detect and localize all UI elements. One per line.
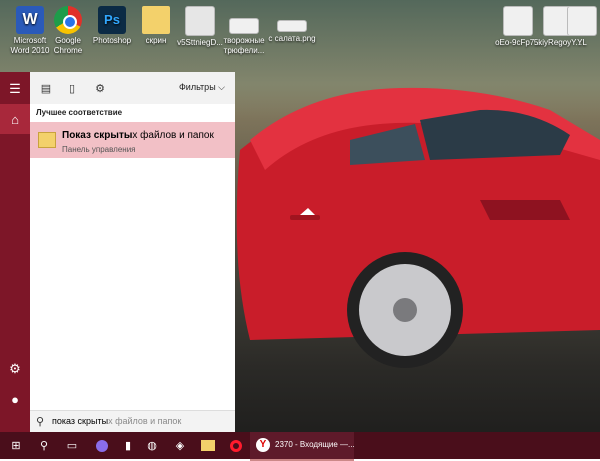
- file-explorer-icon[interactable]: [198, 436, 218, 455]
- desktop-icon-label: с салата.png: [268, 34, 316, 43]
- cortana-icon[interactable]: [92, 436, 112, 455]
- desktop-icon-file[interactable]: с салата.png: [262, 2, 322, 44]
- image-file-icon: [185, 6, 215, 36]
- start-left-rail: ☰ ⌂ ⚙ ●: [0, 72, 30, 432]
- folder-icon: [142, 6, 170, 34]
- result-title-match: Показ скрыты: [62, 130, 133, 141]
- opera-icon[interactable]: [226, 436, 246, 455]
- user-account-icon[interactable]: ●: [0, 384, 30, 414]
- settings-filter-icon[interactable]: ⚙: [92, 80, 108, 96]
- photoshop-icon: Ps: [98, 6, 126, 34]
- desktop-icon-label: Chrome: [53, 46, 83, 55]
- windows-start-icon[interactable]: ⊞: [6, 436, 26, 455]
- image-file-icon: [567, 6, 597, 36]
- filters-dropdown[interactable]: Фильтры ⌵: [179, 82, 225, 93]
- result-title-rest: х файлов и папок: [132, 130, 214, 141]
- car-wallpaper-image: [236, 87, 600, 368]
- taskbar-window-label: 2370 - Входящие —...: [275, 440, 355, 449]
- task-view-icon[interactable]: ▭: [62, 436, 82, 455]
- home-icon[interactable]: ⌂: [0, 104, 30, 134]
- hamburger-menu-icon[interactable]: ☰: [0, 74, 30, 104]
- search-icon: ⚲: [36, 416, 45, 428]
- search-filter-toolbar: ▤ ▯ ⚙ Фильтры ⌵: [30, 72, 235, 104]
- yandex-browser-icon: Y: [256, 438, 270, 452]
- pinned-app-icon[interactable]: ◍: [142, 436, 162, 455]
- search-results-panel: ▤ ▯ ⚙ Фильтры ⌵ Лучшее соответствие Пока…: [30, 72, 235, 432]
- documents-filter-icon[interactable]: ▯: [64, 80, 80, 96]
- taskbar-yandex-mail-window[interactable]: Y 2370 - Входящие —...: [250, 432, 355, 461]
- desktop-icon-label: YL: [577, 38, 587, 47]
- result-title: Показ скрытых файлов и папок: [62, 130, 214, 141]
- apps-filter-icon[interactable]: ▤: [38, 80, 54, 96]
- best-match-heading: Лучшее соответствие: [36, 108, 123, 117]
- image-file-icon: [229, 18, 259, 34]
- image-file-icon: [277, 20, 307, 32]
- search-autocomplete-hint: х файлов и папок: [108, 416, 182, 426]
- best-match-result[interactable]: Показ скрытых файлов и папок Панель упра…: [30, 122, 235, 158]
- result-subtitle: Панель управления: [62, 145, 136, 154]
- search-typed-text: показ скрыты: [52, 416, 109, 426]
- chevron-down-icon: ⌵: [218, 82, 225, 92]
- settings-gear-icon[interactable]: ⚙: [0, 354, 30, 384]
- search-icon[interactable]: ⚲: [34, 436, 54, 455]
- pinned-app-icon[interactable]: ▮: [118, 436, 138, 455]
- desktop-icon-file[interactable]: YL: [564, 2, 600, 48]
- search-query: показ скрытых файлов и папок: [52, 416, 181, 426]
- taskbar-search-input[interactable]: ⚲ показ скрытых файлов и папок: [30, 410, 235, 433]
- chrome-icon: [54, 6, 82, 34]
- pinned-app-icon[interactable]: ◈: [170, 436, 190, 455]
- taskbar: ⊞ ⚲ ▭ ▮ ◍ ◈ Y 2370 - Входящие —...: [0, 432, 600, 461]
- desktop-icon-label: трюфели...: [223, 46, 265, 55]
- filters-label: Фильтры: [178, 82, 216, 92]
- control-panel-folder-icon: [38, 132, 56, 148]
